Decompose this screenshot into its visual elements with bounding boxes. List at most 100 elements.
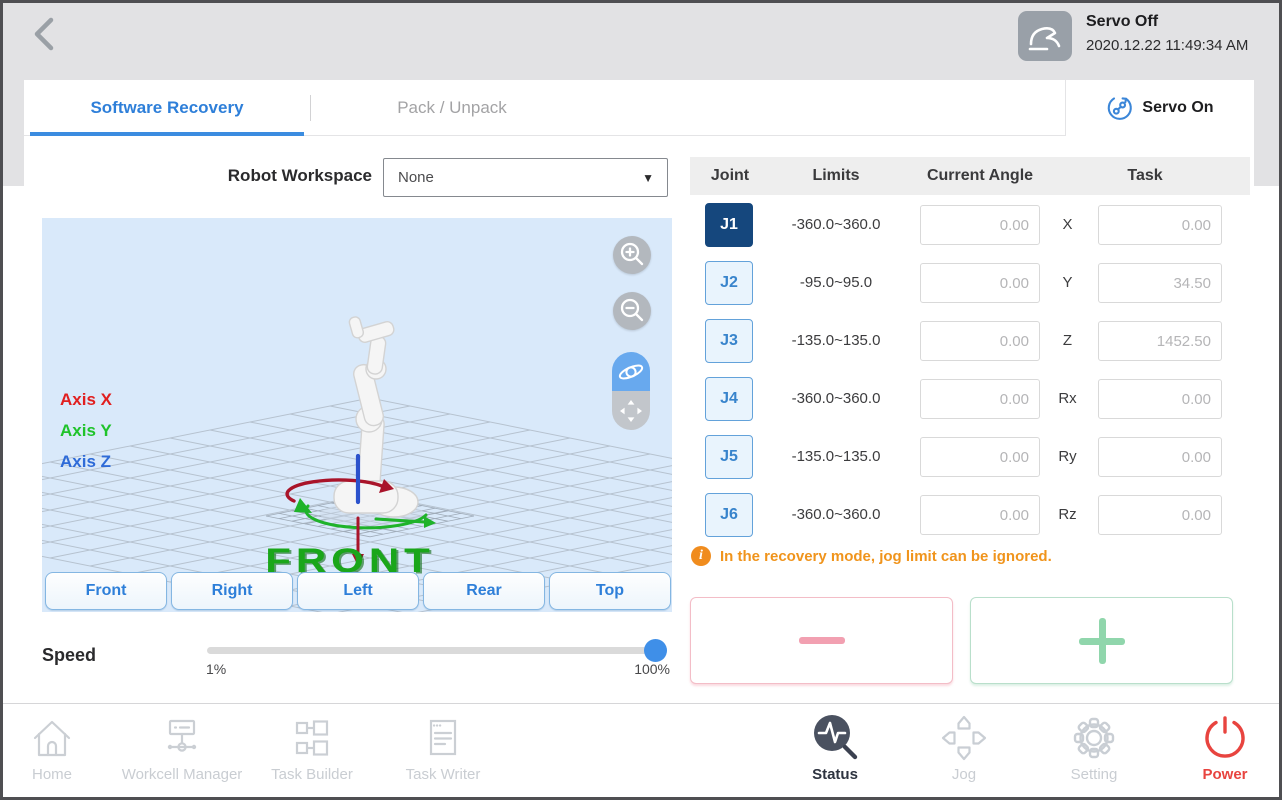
- header-joint: Joint: [690, 157, 770, 195]
- robot-workspace-dropdown[interactable]: None ▼: [383, 158, 668, 197]
- nav-label: Status: [770, 766, 900, 783]
- joint-table-header: Joint Limits Current Angle Task: [690, 157, 1250, 195]
- jog-plus-button[interactable]: [970, 597, 1233, 684]
- robot-3d-scene: FRONT FRONT: [42, 218, 672, 612]
- nav-item-workcell-manager[interactable]: Workcell Manager: [117, 710, 247, 796]
- servo-on-icon: [1106, 95, 1133, 122]
- table-row: J2 -95.0~95.0 Y: [690, 261, 1250, 305]
- axis-z-label: Axis Z: [60, 452, 111, 472]
- task-value-input[interactable]: [1098, 263, 1222, 303]
- zoom-in-icon: [617, 240, 647, 270]
- back-button[interactable]: [24, 12, 68, 56]
- nav-label: Task Builder: [247, 766, 377, 783]
- current-angle-input[interactable]: [920, 495, 1040, 535]
- current-angle-input[interactable]: [920, 205, 1040, 245]
- task-axis-label: Rz: [1045, 493, 1090, 537]
- current-angle-input[interactable]: [920, 437, 1040, 477]
- nav-label: Power: [1160, 766, 1282, 783]
- viewport-mode-toggle: [612, 352, 650, 430]
- table-row: J1 -360.0~360.0 X: [690, 203, 1250, 247]
- speed-slider-thumb[interactable]: [644, 639, 667, 662]
- joint-j5-button[interactable]: J5: [705, 435, 753, 479]
- workcell-manager-icon: [157, 713, 207, 763]
- jog-dpad-icon: [938, 712, 990, 764]
- task-axis-label: Z: [1045, 319, 1090, 363]
- task-value-input[interactable]: [1098, 495, 1222, 535]
- chevron-left-icon: [24, 12, 68, 56]
- nav-item-task-writer[interactable]: Task Writer: [378, 710, 508, 796]
- current-angle-input[interactable]: [920, 379, 1040, 419]
- pan-mode-button[interactable]: [612, 391, 650, 430]
- pan-arrows-icon: [617, 397, 645, 425]
- joint-j6-button[interactable]: J6: [705, 493, 753, 537]
- view-right-button[interactable]: Right: [171, 572, 293, 610]
- task-value-input[interactable]: [1098, 379, 1222, 419]
- current-angle-input[interactable]: [920, 263, 1040, 303]
- header-limits: Limits: [770, 157, 902, 195]
- speed-slider-track[interactable]: [207, 647, 667, 654]
- limits-value: -360.0~360.0: [760, 377, 912, 421]
- datetime-text: 2020.12.22 11:49:34 AM: [1086, 37, 1248, 54]
- joint-j1-button[interactable]: J1: [705, 203, 753, 247]
- task-writer-icon: [418, 713, 468, 763]
- view-rear-button[interactable]: Rear: [423, 572, 545, 610]
- table-row: J3 -135.0~135.0 Z: [690, 319, 1250, 363]
- viewport-zoom-in-button[interactable]: [613, 236, 651, 274]
- header-task: Task: [1080, 157, 1210, 195]
- active-tab-underline: [30, 132, 304, 136]
- task-value-input[interactable]: [1098, 437, 1222, 477]
- task-value-input[interactable]: [1098, 321, 1222, 361]
- app-screen: Servo Off 2020.12.22 11:49:34 AM Softwar…: [0, 0, 1282, 800]
- zoom-out-icon: [617, 296, 647, 326]
- tab-pack-unpack[interactable]: Pack / Unpack: [311, 80, 593, 136]
- servo-status-icon: [1018, 11, 1072, 61]
- nav-label: Workcell Manager: [117, 766, 247, 783]
- nav-item-power[interactable]: Power: [1160, 710, 1282, 796]
- task-axis-label: Ry: [1045, 435, 1090, 479]
- nav-item-jog[interactable]: Jog: [899, 710, 1029, 796]
- viewport-zoom-out-button[interactable]: [613, 292, 651, 330]
- chevron-down-icon: ▼: [642, 171, 654, 185]
- servo-status-text: Servo Off: [1086, 13, 1158, 31]
- view-left-button[interactable]: Left: [297, 572, 419, 610]
- nav-label: Setting: [1029, 766, 1159, 783]
- notice-text: In the recovery mode, jog limit can be i…: [720, 548, 1052, 565]
- table-row: J6 -360.0~360.0 Rz: [690, 493, 1250, 537]
- power-icon: [1200, 713, 1250, 763]
- nav-item-home[interactable]: Home: [0, 710, 117, 796]
- current-angle-input[interactable]: [920, 321, 1040, 361]
- header-current-angle: Current Angle: [900, 157, 1060, 195]
- orbit-icon: [617, 358, 645, 386]
- speed-min-label: 1%: [206, 661, 226, 677]
- table-row: J5 -135.0~135.0 Ry: [690, 435, 1250, 479]
- task-axis-label: Rx: [1045, 377, 1090, 421]
- tab-software-recovery[interactable]: Software Recovery: [24, 80, 310, 136]
- servo-on-button[interactable]: Servo On: [1065, 80, 1254, 136]
- rotate-mode-button[interactable]: [612, 352, 650, 391]
- plus-icon: [1079, 618, 1125, 664]
- axis-y-label: Axis Y: [60, 421, 112, 441]
- nav-item-status[interactable]: Status: [770, 710, 900, 796]
- jog-minus-button[interactable]: [690, 597, 953, 684]
- joint-j4-button[interactable]: J4: [705, 377, 753, 421]
- dropdown-value: None: [398, 169, 642, 186]
- status-icon: [809, 712, 861, 764]
- nav-item-task-builder[interactable]: Task Builder: [247, 710, 377, 796]
- nav-label: Jog: [899, 766, 1029, 783]
- joint-j2-button[interactable]: J2: [705, 261, 753, 305]
- speed-max-label: 100%: [622, 661, 670, 677]
- nav-item-setting[interactable]: Setting: [1029, 710, 1159, 796]
- limits-value: -135.0~135.0: [760, 319, 912, 363]
- joint-table-rows: J1 -360.0~360.0 X J2 -95.0~95.0 Y J3 -13…: [690, 203, 1250, 551]
- robot-workspace-label: Robot Workspace: [150, 166, 372, 186]
- task-value-input[interactable]: [1098, 205, 1222, 245]
- joint-j3-button[interactable]: J3: [705, 319, 753, 363]
- robot-3d-viewport[interactable]: FRONT FRONT Axis X Axis Y Axis Z: [42, 218, 672, 612]
- tab-row: Software Recovery Pack / Unpack Servo On: [24, 80, 1254, 136]
- table-row: J4 -360.0~360.0 Rx: [690, 377, 1250, 421]
- robot-arm-icon: [1025, 18, 1065, 54]
- view-front-button[interactable]: Front: [45, 572, 167, 610]
- bottom-nav: Home Workcell Manager Task Builder: [0, 703, 1282, 800]
- task-builder-icon: [287, 713, 337, 763]
- view-top-button[interactable]: Top: [549, 572, 671, 610]
